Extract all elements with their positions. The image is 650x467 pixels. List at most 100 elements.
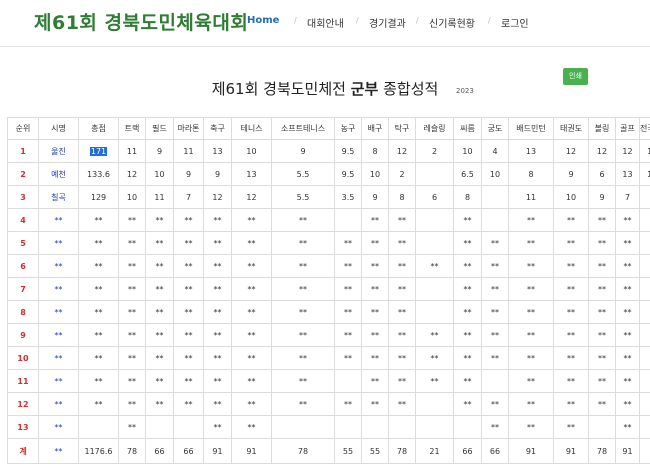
score-cell: ** — [145, 323, 174, 347]
score-cell: 2 — [388, 162, 416, 186]
score-cell: 13 — [615, 162, 640, 186]
city-cell[interactable]: ** — [38, 346, 79, 370]
score-cell: 91 — [553, 438, 589, 464]
score-cell: ** — [553, 208, 589, 232]
score-cell: 12 — [553, 139, 589, 163]
score-cell: ** — [415, 254, 454, 278]
nav-about[interactable]: 대회안내 — [307, 15, 344, 30]
rank-cell: 10 — [7, 346, 39, 370]
city-cell[interactable]: ** — [38, 208, 79, 232]
score-cell: ** — [173, 231, 204, 255]
score-cell: ** — [481, 254, 509, 278]
score-cell: ** — [388, 346, 416, 370]
column-header: 순위 — [7, 117, 39, 140]
column-header: 탁구 — [388, 117, 416, 140]
city-cell[interactable]: ** — [38, 392, 79, 416]
score-cell: ** — [453, 277, 482, 301]
city-cell[interactable]: ** — [38, 231, 79, 255]
column-header: 볼링 — [588, 117, 616, 140]
page-title-suffix: 종합성적 — [378, 80, 439, 98]
table-row: 13 ** ** ** ** ** ** ** ** — [7, 415, 650, 439]
city-cell[interactable]: ** — [38, 323, 79, 347]
page-title-division: 군부 — [350, 80, 379, 98]
rank-cell: 6 — [7, 254, 39, 278]
score-cell — [145, 415, 174, 439]
score-cell: ** — [203, 208, 232, 232]
score-cell: ** — [271, 254, 335, 278]
score-cell: ** — [415, 323, 454, 347]
score-cell: ** — [231, 392, 272, 416]
city-cell[interactable]: ** — [38, 438, 79, 464]
score-cell: ** — [388, 231, 416, 255]
score-cell — [639, 323, 650, 347]
column-header: 골프 — [615, 117, 640, 140]
score-cell: 91 — [615, 438, 640, 464]
rank-cell: 4 — [7, 208, 39, 232]
city-cell[interactable]: ** — [38, 300, 79, 324]
score-cell: ** — [231, 231, 272, 255]
total-score-cell: ** — [78, 369, 119, 393]
city-cell[interactable]: 칠곡 — [38, 185, 79, 209]
city-cell[interactable]: ** — [38, 254, 79, 278]
score-cell: ** — [203, 277, 232, 301]
nav-results[interactable]: 경기결과 — [369, 15, 406, 30]
score-cell: 9 — [271, 139, 335, 163]
table-row: 4 ** ** ** ** ** ** ** ** ** ** ** ** ** ** ** — [7, 208, 650, 232]
score-cell: ** — [203, 346, 232, 370]
city-cell[interactable]: ** — [38, 415, 79, 439]
table-row: 12 ** ** ** ** ** ** ** ** ** ** ** ** ** ** ** ** ** — [7, 392, 650, 416]
rank-cell: 1 — [7, 139, 39, 163]
score-cell: 78 — [388, 438, 416, 464]
score-cell — [415, 208, 454, 232]
score-cell: ** — [271, 369, 335, 393]
city-cell[interactable]: ** — [38, 369, 79, 393]
nav-records[interactable]: 신기록현황 — [429, 15, 475, 30]
score-cell: 9 — [588, 185, 616, 209]
table-row: 10 ** ** ** ** ** ** ** ** ** ** ** ** ** ** ** ** ** ** — [7, 346, 650, 370]
score-cell: ** — [173, 323, 204, 347]
page-title: 제61회 경북도민체전 군부 종합성적 — [0, 78, 650, 99]
table-row: 5 ** ** ** ** ** ** ** ** ** ** ** ** ** ** ** ** ** — [7, 231, 650, 255]
score-cell: ** — [145, 392, 174, 416]
city-cell[interactable]: ** — [38, 277, 79, 301]
score-cell: ** — [588, 300, 616, 324]
score-cell: ** — [145, 254, 174, 278]
score-cell: 8 — [453, 185, 482, 209]
score-cell: 9 — [553, 162, 589, 186]
score-cell: 12 — [231, 185, 272, 209]
score-cell: 9.5 — [334, 139, 362, 163]
score-cell — [639, 369, 650, 393]
score-cell — [415, 392, 454, 416]
score-cell — [481, 369, 509, 393]
score-cell: ** — [553, 254, 589, 278]
score-cell — [588, 415, 616, 439]
score-cell: 11 — [173, 139, 204, 163]
score-cell: 78 — [588, 438, 616, 464]
nav-home[interactable]: Home — [247, 15, 279, 26]
score-cell: 13 — [508, 139, 554, 163]
print-button[interactable]: 인쇄 — [563, 68, 588, 85]
rank-cell: 13 — [7, 415, 39, 439]
city-cell[interactable]: 예천 — [38, 162, 79, 186]
score-cell: ** — [588, 323, 616, 347]
score-cell: 9 — [173, 162, 204, 186]
total-score-cell: ** — [78, 346, 119, 370]
rank-cell: 2 — [7, 162, 39, 186]
score-cell: ** — [508, 415, 554, 439]
city-cell[interactable]: 울진 — [38, 139, 79, 163]
score-cell: ** — [388, 277, 416, 301]
score-cell: ** — [508, 369, 554, 393]
score-cell — [334, 415, 362, 439]
score-cell: ** — [453, 369, 482, 393]
score-cell: ** — [481, 392, 509, 416]
score-cell: ** — [173, 208, 204, 232]
score-cell: ** — [615, 208, 640, 232]
score-cell: ** — [271, 231, 335, 255]
nav-login[interactable]: 로그인 — [501, 15, 529, 30]
score-cell: ** — [481, 415, 509, 439]
score-cell: 9 — [145, 139, 174, 163]
score-cell: ** — [508, 277, 554, 301]
total-score-cell — [78, 415, 119, 439]
score-cell: ** — [145, 277, 174, 301]
score-cell: ** — [231, 415, 272, 439]
